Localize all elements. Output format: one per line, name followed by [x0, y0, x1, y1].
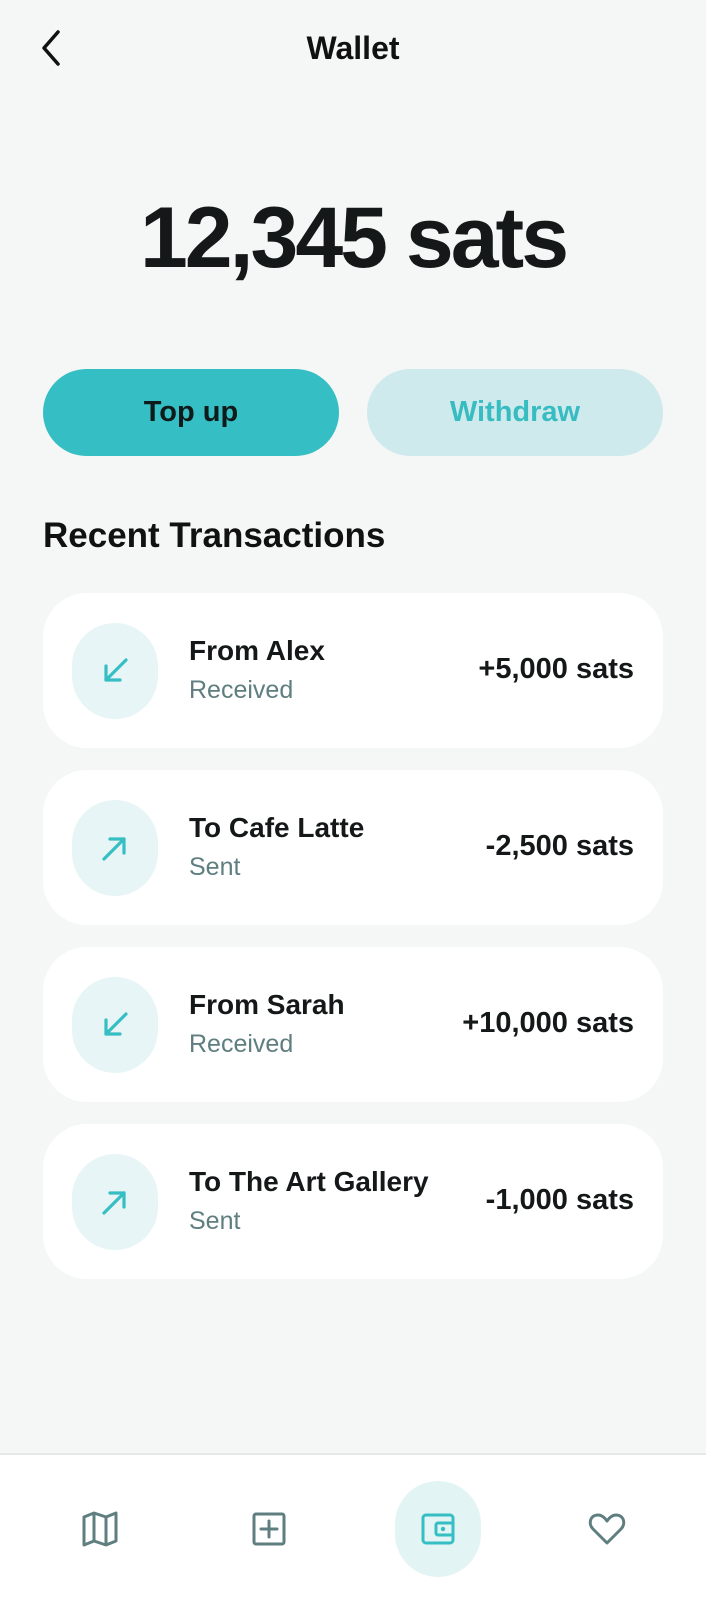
transaction-name: From Alex: [189, 635, 325, 666]
withdraw-button[interactable]: Withdraw: [367, 369, 663, 456]
transaction-status: Received: [189, 676, 294, 704]
wallet-icon: [421, 1513, 455, 1545]
transaction-name: To Cafe Latte: [189, 812, 365, 843]
page-title: Wallet: [306, 30, 400, 66]
transaction-item[interactable]: To Cafe Latte Sent -2,500 sats: [43, 770, 663, 925]
transaction-name: To The Art Gallery: [189, 1166, 429, 1197]
top-app-bar: Wallet: [0, 0, 706, 100]
transaction-icon-container: [72, 977, 158, 1073]
nav-add[interactable]: [226, 1481, 312, 1577]
transaction-icon-container: [72, 800, 158, 896]
transaction-status: Received: [189, 1030, 294, 1058]
transaction-icon-container: [72, 1154, 158, 1250]
transaction-status: Sent: [189, 1207, 241, 1235]
arrow-down-left-icon: [104, 1012, 128, 1036]
transaction-amount: -2,500 sats: [485, 830, 634, 862]
add-square-icon: [252, 1512, 286, 1546]
transaction-amount: +10,000 sats: [462, 1007, 634, 1039]
arrow-up-right-icon: [102, 837, 126, 861]
nav-favorites[interactable]: [564, 1481, 650, 1577]
heart-icon: [588, 1513, 626, 1545]
arrow-down-left-icon: [104, 658, 128, 682]
transaction-icon-container: [72, 623, 158, 719]
transaction-name: From Sarah: [189, 989, 345, 1020]
arrow-up-right-icon: [102, 1191, 126, 1215]
transaction-list: From Alex Received +5,000 sats To Cafe L…: [43, 593, 663, 1301]
nav-map[interactable]: [57, 1481, 143, 1577]
transaction-item[interactable]: From Sarah Received +10,000 sats: [43, 947, 663, 1102]
nav-wallet[interactable]: [395, 1481, 481, 1577]
transaction-status: Sent: [189, 853, 241, 881]
map-icon: [82, 1511, 118, 1547]
recent-transactions-heading: Recent Transactions: [43, 516, 386, 555]
transaction-amount: -1,000 sats: [485, 1184, 634, 1216]
bottom-navigation: [0, 1453, 706, 1602]
wallet-balance: 12,345 sats: [139, 190, 569, 286]
top-up-button[interactable]: Top up: [43, 369, 339, 456]
transaction-item[interactable]: From Alex Received +5,000 sats: [43, 593, 663, 748]
transaction-amount: +5,000 sats: [478, 653, 634, 685]
transaction-item[interactable]: To The Art Gallery Sent -1,000 sats: [43, 1124, 663, 1279]
